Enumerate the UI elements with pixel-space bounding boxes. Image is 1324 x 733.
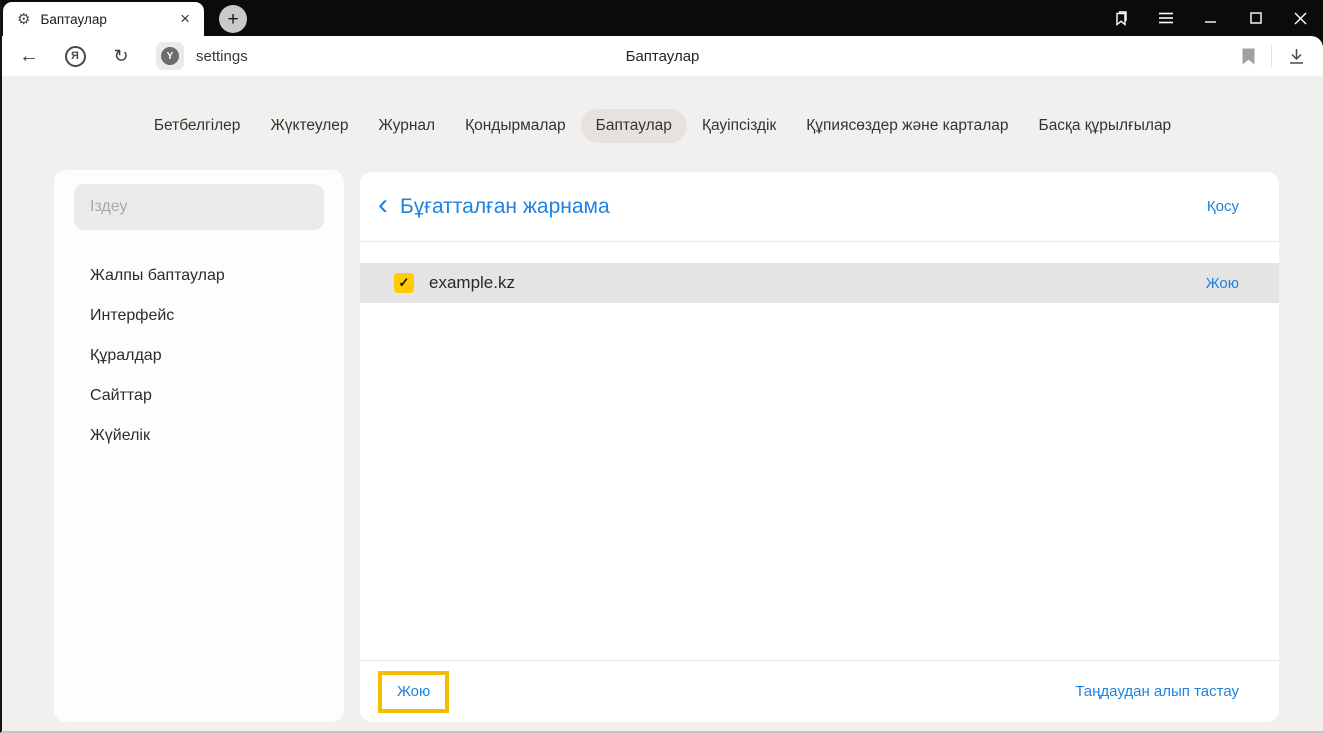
page-title: Бұғатталған жарнама bbox=[400, 194, 610, 218]
protect-badge-icon[interactable]: Y bbox=[156, 42, 184, 70]
downloads-icon[interactable] bbox=[1288, 48, 1305, 65]
toolbar-divider bbox=[1271, 45, 1272, 67]
tab-title: Баптаулар bbox=[40, 11, 107, 27]
tab-history[interactable]: Журнал bbox=[364, 109, 451, 143]
chevron-left-icon[interactable]: ‹ bbox=[378, 189, 388, 219]
check-icon: ✓ bbox=[398, 275, 410, 290]
omnibox-page-title: Баптаулар bbox=[625, 47, 700, 65]
back-icon[interactable]: ← bbox=[18, 45, 40, 68]
panel-footer: Жою Таңдаудан алып тастау bbox=[360, 660, 1279, 722]
tab-other-devices[interactable]: Басқа құрылғылар bbox=[1024, 109, 1187, 143]
toolbar-right-group bbox=[1242, 45, 1305, 67]
side-panels-icon[interactable] bbox=[1098, 0, 1143, 36]
sidebar-item-system[interactable]: Жүйелік bbox=[54, 416, 344, 456]
minimize-button[interactable] bbox=[1188, 0, 1233, 36]
highlight-box: Жою bbox=[378, 670, 450, 713]
sidebar-item-general[interactable]: Жалпы баптаулар bbox=[54, 256, 344, 296]
yandex-logo-icon[interactable]: Я bbox=[64, 45, 86, 67]
row-delete-link[interactable]: Жою bbox=[1206, 275, 1239, 292]
bookmark-icon[interactable] bbox=[1242, 48, 1255, 65]
browser-toolbar: ← Я ↻ Y settings Баптаулар bbox=[2, 36, 1323, 76]
browser-tab-settings[interactable]: ⚙ Баптаулар × bbox=[3, 2, 204, 36]
address-url-text[interactable]: settings bbox=[196, 48, 248, 65]
tab-close-icon[interactable]: × bbox=[176, 9, 194, 29]
unselect-link[interactable]: Таңдаудан алып тастау bbox=[1075, 683, 1239, 700]
sidebar-menu: Жалпы баптаулар Интерфейс Құралдар Сайтт… bbox=[54, 256, 344, 456]
browser-window: ⚙ Баптаулар × + ← Я ↻ Y settings Баптаул… bbox=[0, 0, 1324, 733]
toolbar-left-group: ← Я ↻ Y settings bbox=[18, 42, 248, 70]
settings-nav-tabs: Бетбелгілер Жүктеулер Журнал Қондырмалар… bbox=[2, 96, 1323, 156]
protect-letter: Y bbox=[161, 47, 179, 65]
sidebar-item-interface[interactable]: Интерфейс bbox=[54, 296, 344, 336]
blocked-ads-panel: ‹ Бұғатталған жарнама Қосу ✓ example.kz … bbox=[360, 172, 1279, 722]
tab-security[interactable]: Қауіпсіздік bbox=[687, 109, 791, 143]
close-button[interactable] bbox=[1278, 0, 1323, 36]
tab-passwords[interactable]: Құпиясөздер және карталар bbox=[791, 109, 1023, 143]
tab-settings[interactable]: Баптаулар bbox=[580, 109, 687, 143]
panel-header: ‹ Бұғатталған жарнама Қосу bbox=[360, 172, 1279, 242]
checkbox-checked[interactable]: ✓ bbox=[394, 273, 414, 293]
tab-downloads[interactable]: Жүктеулер bbox=[255, 109, 363, 143]
add-link[interactable]: Қосу bbox=[1207, 198, 1239, 215]
blocked-site-row[interactable]: ✓ example.kz Жою bbox=[360, 263, 1279, 303]
new-tab-button[interactable]: + bbox=[219, 5, 247, 33]
tab-bookmarks[interactable]: Бетбелгілер bbox=[139, 109, 256, 143]
gear-icon: ⚙ bbox=[17, 10, 31, 28]
yandex-letter: Я bbox=[64, 45, 86, 67]
sidebar-item-tools[interactable]: Құралдар bbox=[54, 336, 344, 376]
window-controls bbox=[1098, 0, 1323, 36]
plus-icon: + bbox=[227, 8, 239, 30]
maximize-button[interactable] bbox=[1233, 0, 1278, 36]
delete-selected-link[interactable]: Жою bbox=[397, 683, 430, 700]
sidebar-item-sites[interactable]: Сайттар bbox=[54, 376, 344, 416]
menu-icon[interactable] bbox=[1143, 0, 1188, 36]
refresh-icon[interactable]: ↻ bbox=[110, 46, 132, 67]
tab-addons[interactable]: Қондырмалар bbox=[450, 109, 581, 143]
search-input[interactable] bbox=[74, 184, 324, 230]
panel-body bbox=[360, 303, 1279, 660]
settings-sidebar: Жалпы баптаулар Интерфейс Құралдар Сайтт… bbox=[54, 170, 344, 722]
site-label: example.kz bbox=[429, 273, 515, 292]
